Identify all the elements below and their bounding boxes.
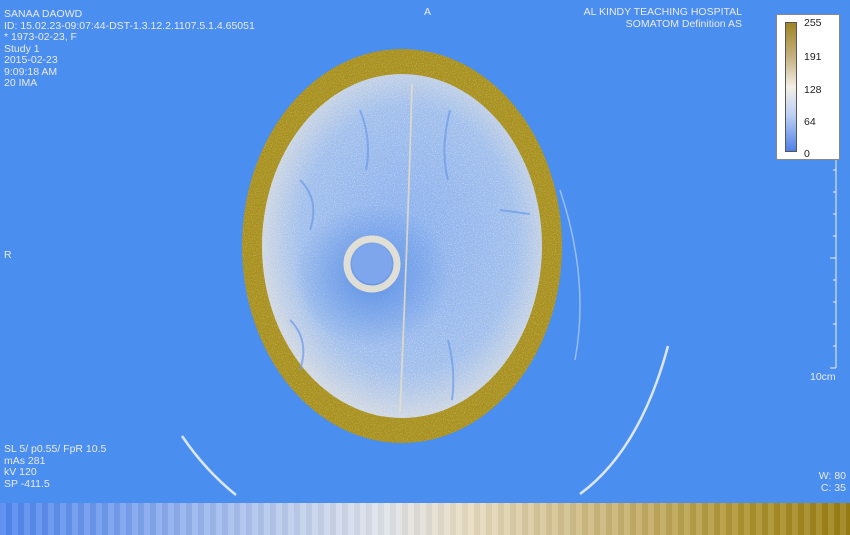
image-number: 20 IMA	[4, 77, 38, 89]
study-time: 9:09:18 AM	[4, 65, 58, 78]
orientation-anterior: A	[424, 6, 432, 18]
orientation-right: R	[4, 249, 12, 261]
slice-info: SL 5/ p0.55/ FpR 10.5	[4, 443, 107, 455]
sp-value: SP -411.5	[4, 477, 50, 490]
patient-name: SANAA DAOWD	[4, 8, 83, 20]
patient-dob-sex: * 1973-02-23, F	[4, 31, 77, 43]
colorbar-tick-0: 0	[804, 148, 810, 160]
study-date: 2015-02-23	[4, 54, 58, 66]
kv-value: kV 120	[4, 466, 37, 478]
hospital-name: AL KINDY TEACHING HOSPITAL	[583, 6, 742, 18]
patient-info-block: SANAA DAOWD ID: 15.02.23-09:07:44-DST-1.…	[4, 8, 255, 90]
colorbar-tick-128: 128	[804, 84, 822, 96]
window-center: C: 35	[820, 481, 846, 494]
scalp-arc-right	[579, 345, 670, 496]
scale-ruler	[830, 148, 837, 369]
colorbar-tick-255: 255	[804, 17, 822, 29]
colorbar-gradient	[785, 22, 797, 152]
scale-label: 10cm	[810, 371, 836, 383]
color-lut-strip	[0, 503, 850, 535]
colorbar-tick-191: 191	[804, 51, 822, 63]
colorbar-legend: 255 191 128 64 0	[776, 14, 840, 160]
institution-block: AL KINDY TEACHING HOSPITAL SOMATOM Defin…	[583, 6, 742, 30]
window-width: W: 80	[818, 470, 846, 482]
colorbar-tick-64: 64	[804, 116, 816, 128]
window-level-block: W: 80 C: 35	[818, 470, 846, 494]
scalp-arc-left	[180, 435, 237, 496]
acquisition-block: SL 5/ p0.55/ FpR 10.5 mAs 281 kV 120 SP …	[4, 443, 107, 490]
scanner-model: SOMATOM Definition AS	[625, 17, 742, 30]
